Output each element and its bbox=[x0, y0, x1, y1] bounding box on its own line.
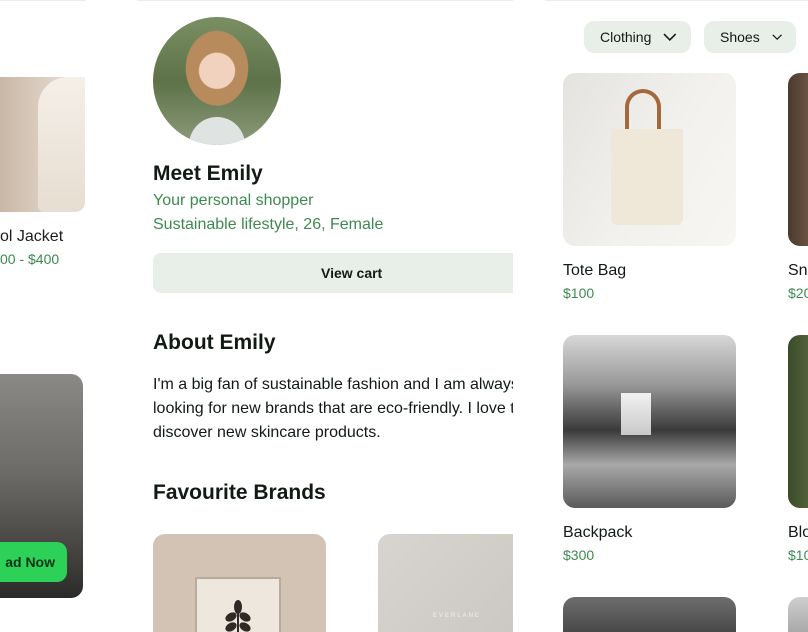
product-image[interactable] bbox=[788, 597, 808, 632]
about-text: I'm a big fan of sustainable fashion and… bbox=[153, 376, 513, 441]
brand-logo-text: EVERLANE bbox=[433, 613, 482, 619]
brands-heading: Favourite Brands bbox=[153, 481, 326, 504]
avatar bbox=[153, 17, 281, 145]
divider bbox=[137, 0, 513, 1]
waterfall bbox=[621, 393, 651, 435]
product-name[interactable]: ol Jacket bbox=[0, 228, 63, 246]
filter-clothing[interactable]: Clothing bbox=[584, 21, 691, 53]
product-price: 00 - $400 bbox=[0, 251, 60, 267]
filter-shoes[interactable]: Shoes bbox=[704, 21, 796, 53]
jacket-figure bbox=[38, 77, 85, 212]
about-heading: About Emily bbox=[153, 331, 276, 354]
left-product-column: ol Jacket 00 - $400 ad Now bbox=[0, 0, 86, 632]
profile-role: Your personal shopper bbox=[153, 192, 314, 209]
product-price: $300 bbox=[563, 547, 595, 563]
product-name[interactable]: Sn bbox=[788, 262, 808, 280]
brand-logo-frame bbox=[195, 577, 281, 632]
product-name[interactable]: Backpack bbox=[563, 524, 632, 542]
shop-panel: Clothing Shoes Tote Bag $100 Sn $20 Back… bbox=[545, 0, 808, 632]
product-image[interactable] bbox=[788, 73, 808, 246]
product-name[interactable]: Blo bbox=[788, 524, 808, 542]
page-title: Meet Emily bbox=[153, 162, 263, 185]
divider bbox=[0, 0, 86, 1]
product-image-tote-bag[interactable] bbox=[563, 73, 736, 246]
profile-panel: Meet Emily Your personal shopper Sustain… bbox=[137, 0, 513, 632]
tote-bag bbox=[611, 129, 683, 225]
product-price: $100 bbox=[563, 285, 595, 301]
promo-button[interactable]: ad Now bbox=[0, 542, 67, 582]
product-image[interactable] bbox=[788, 335, 808, 508]
profile-description: Sustainable lifestyle, 26, Female bbox=[153, 216, 384, 233]
brand-card[interactable] bbox=[153, 534, 326, 632]
view-cart-button[interactable]: View cart bbox=[153, 253, 513, 293]
chevron-down-icon bbox=[772, 34, 782, 41]
leaf-icon bbox=[225, 600, 251, 632]
chevron-down-icon bbox=[663, 33, 677, 42]
filter-label: Shoes bbox=[720, 29, 760, 45]
brand-card[interactable]: EVERLANE bbox=[378, 534, 513, 632]
divider bbox=[545, 0, 808, 1]
product-price: $20 bbox=[788, 285, 808, 301]
filter-label: Clothing bbox=[600, 29, 652, 45]
avatar-shirt bbox=[189, 117, 245, 145]
product-image-backpack[interactable] bbox=[563, 335, 736, 508]
product-name[interactable]: Tote Bag bbox=[563, 262, 626, 280]
product-image[interactable] bbox=[563, 597, 736, 632]
product-price: $10 bbox=[788, 547, 808, 563]
